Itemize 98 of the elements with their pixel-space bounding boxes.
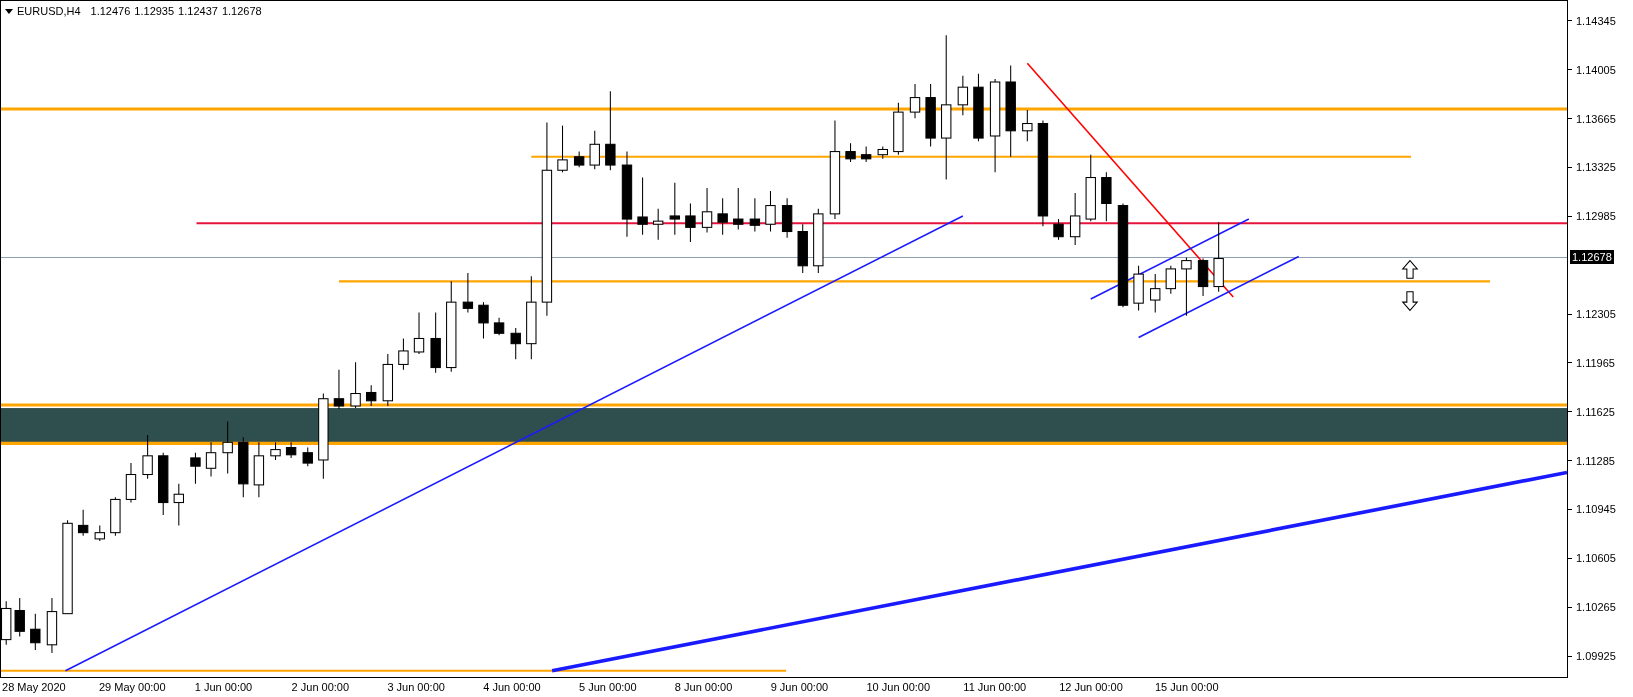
- candlestick: [1133, 265, 1144, 311]
- candlestick: [845, 142, 856, 163]
- price-label: 1.10265: [1576, 600, 1616, 615]
- candlestick: [717, 197, 728, 236]
- candlestick: [30, 613, 41, 651]
- time-label: 5 Jun 00:00: [579, 681, 637, 694]
- candlestick: [173, 483, 184, 526]
- candlestick: [860, 145, 872, 163]
- chart-symbol: EURUSD,H4: [17, 4, 81, 19]
- price-label: 1.09925: [1576, 649, 1616, 664]
- candlestick: [733, 187, 744, 230]
- candlestick: [110, 496, 121, 537]
- candlestick: [413, 312, 425, 355]
- candlestick: [1181, 256, 1192, 317]
- candlestick: [238, 436, 249, 498]
- price-label: 1.10605: [1576, 551, 1616, 566]
- candlestick: [510, 327, 521, 360]
- quote-value: 1.12476: [90, 4, 131, 19]
- candlestick: [797, 223, 808, 274]
- time-label: 10 Jun 00:00: [866, 681, 931, 694]
- candlestick: [1053, 218, 1064, 241]
- time-label: 12 Jun 00:00: [1059, 681, 1123, 694]
- time-label: 11 Jun 00:00: [963, 681, 1027, 694]
- candlestick: [557, 125, 568, 173]
- candlestick: [685, 202, 696, 243]
- candlestick: [925, 83, 936, 147]
- candlestick: [430, 312, 441, 374]
- candlestick: [573, 151, 585, 168]
- price-label: 1.14005: [1576, 62, 1616, 77]
- candlestick: [1197, 258, 1209, 297]
- price-label: 1.11965: [1576, 355, 1615, 370]
- candlestick: [382, 353, 393, 407]
- candlestick: [302, 447, 313, 467]
- candlestick: [253, 441, 265, 498]
- candlestick: [270, 441, 281, 461]
- candlestick: [669, 182, 680, 236]
- candlestick: [749, 197, 761, 233]
- candlestick: [1213, 221, 1224, 293]
- candlestick: [222, 421, 233, 474]
- candlestick: [478, 301, 489, 339]
- quote-value: 1.12678: [221, 4, 262, 19]
- time-label: 9 Jun 00:00: [770, 681, 829, 694]
- time-label: 4 Jun 00:00: [483, 681, 541, 694]
- candlestick: [285, 441, 297, 459]
- price-label: 1.12985: [1576, 209, 1616, 224]
- candlestick: [333, 369, 345, 410]
- price-label: 1.13665: [1576, 111, 1616, 126]
- candlestick: [158, 452, 169, 516]
- price-label: 1.12305: [1576, 307, 1616, 321]
- candlestick: [190, 452, 201, 485]
- quote-value: 1.12935: [134, 4, 175, 19]
- candlestick: [462, 272, 474, 314]
- dropdown-triangle-icon[interactable]: [5, 8, 13, 14]
- candlestick: [125, 462, 137, 504]
- price-label: 1.11285: [1576, 453, 1615, 468]
- candlestick: [77, 509, 89, 537]
- candlestick: [1165, 265, 1176, 295]
- price-label: 1.10945: [1576, 502, 1616, 517]
- current-price-label: 1.12678: [1570, 250, 1614, 265]
- candlestick: [893, 102, 904, 156]
- candlestick: [205, 441, 217, 478]
- candlestick: [1150, 273, 1161, 314]
- candlestick: [973, 73, 984, 142]
- time-label: 8 Jun 00:00: [674, 681, 733, 694]
- candlestick: [398, 337, 409, 371]
- candlestick: [957, 75, 969, 116]
- candlestick: [877, 145, 888, 160]
- candlestick: [909, 83, 921, 119]
- candlestick: [1022, 109, 1033, 142]
- candlestick: [637, 177, 648, 236]
- candlestick: [46, 597, 58, 654]
- candlestick: [653, 208, 664, 241]
- candlestick: [1069, 192, 1081, 246]
- up-arrow-icon: [1401, 259, 1419, 279]
- candlestick: [142, 434, 153, 480]
- time-label: 2 Jun 00:00: [291, 681, 350, 694]
- price-label: 1.13325: [1576, 160, 1616, 175]
- candlestick: [765, 190, 776, 233]
- price-label: 1.14345: [1576, 13, 1616, 28]
- time-label: 15 Jun 00:00: [1154, 681, 1219, 694]
- candlestick: [701, 187, 713, 234]
- candlestick: [1085, 154, 1096, 222]
- price-label: 1.11625: [1576, 404, 1615, 419]
- candlestick: [1101, 171, 1112, 222]
- candlestick: [14, 597, 25, 637]
- time-label: 1 Jun 00:00: [194, 681, 253, 694]
- down-arrow-icon: [1401, 291, 1419, 312]
- quote-value: 1.12437: [178, 4, 218, 19]
- candlestick: [366, 384, 377, 407]
- candlestick: [350, 361, 361, 409]
- candlestick: [94, 524, 105, 542]
- time-label: 29 May 00:00: [98, 681, 166, 694]
- candlestick: [589, 130, 600, 170]
- candlestick: [781, 197, 793, 239]
- candlestick: [813, 208, 824, 274]
- candlestick: [493, 317, 505, 336]
- time-label: 3 Jun 00:00: [387, 681, 445, 694]
- time-label: 28 May 2020: [2, 681, 66, 694]
